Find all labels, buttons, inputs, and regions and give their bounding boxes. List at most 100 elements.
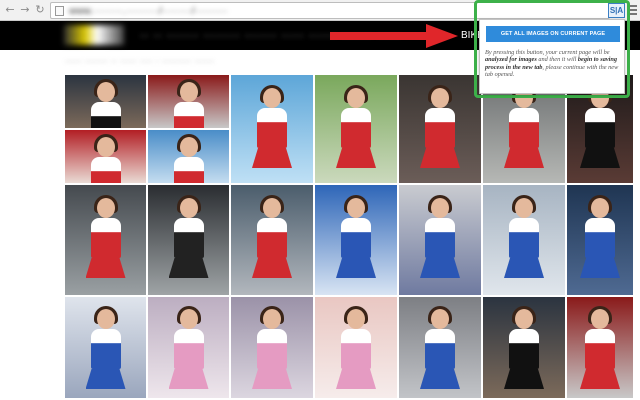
photo-grid-kimono-portrait[interactable]: [315, 297, 399, 400]
figure-skirt: [420, 369, 460, 389]
figure-body: [509, 329, 539, 369]
figure-hair: [176, 79, 201, 97]
figure-body: [341, 329, 371, 369]
figure-body: [90, 329, 121, 369]
figure-hair: [176, 134, 201, 152]
photo-grid-girls-group[interactable]: [483, 297, 567, 400]
photo-background: [148, 185, 229, 295]
photo-figure: [580, 306, 620, 389]
figure-head: [93, 79, 118, 102]
photo-background: [65, 297, 146, 398]
figure-hair: [176, 306, 201, 324]
figure-head: [344, 85, 368, 108]
photo-background: [65, 75, 146, 128]
figure-body: [585, 329, 615, 369]
photo-background: [231, 185, 313, 295]
figure-skirt: [252, 369, 292, 389]
photo-grid-girl-silhouette[interactable]: [148, 185, 231, 297]
photo-background: [231, 75, 313, 183]
figure-body: [173, 329, 204, 369]
reload-icon[interactable]: ↻: [34, 4, 46, 16]
photo-grid-grid-girl-number[interactable]: [315, 185, 399, 297]
popup-desc-bold-1: analyzed for images: [485, 56, 537, 64]
figure-head: [512, 306, 536, 329]
extension-popup: GET ALL IMAGES ON CURRENT PAGE By pressi…: [479, 19, 625, 94]
figure-skirt: [420, 148, 460, 168]
photo-grid-girl-pit-crew[interactable]: [65, 130, 148, 185]
figure-skirt: [504, 148, 544, 168]
photo-background: [567, 185, 633, 295]
photo-figure: [86, 134, 126, 183]
photo-background: [148, 297, 229, 398]
figure-head: [93, 195, 118, 218]
photo-grid-kimono-girls-2[interactable]: [231, 297, 315, 400]
figure-skirt: [85, 369, 126, 389]
site-logo[interactable]: [64, 25, 124, 45]
photo-grid-grandstand[interactable]: [231, 185, 315, 297]
photo-background: [483, 185, 565, 295]
photo-grid-girl-portrait-red-white[interactable]: [231, 75, 315, 185]
photo-figure: [336, 306, 376, 389]
figure-body: [425, 218, 455, 258]
figure-hair: [93, 306, 118, 324]
photo-background: [148, 75, 229, 128]
figure-skirt: [252, 258, 292, 278]
back-arrow-icon[interactable]: ←: [4, 4, 16, 16]
photo-background: [315, 297, 397, 398]
photo-figure: [420, 85, 460, 168]
photo-grid-girl-blue-sky-red[interactable]: [148, 130, 231, 185]
figure-head: [428, 85, 452, 108]
figure-head: [176, 134, 201, 157]
figure-body: [425, 108, 455, 148]
figure-head: [176, 195, 201, 218]
photo-figure: [85, 195, 126, 278]
photo-grid-girl-pitlane-night[interactable]: [399, 75, 483, 185]
figure-skirt: [580, 369, 620, 389]
forward-arrow-icon[interactable]: →: [19, 4, 31, 16]
figure-head: [428, 306, 452, 329]
photo-figure: [252, 195, 292, 278]
photo-grid-girl-blue-standing[interactable]: [483, 185, 567, 297]
photo-figure: [336, 85, 376, 168]
popup-description: By pressing this button, your current pa…: [485, 49, 623, 79]
figure-hair: [588, 195, 612, 213]
figure-skirt: [580, 148, 620, 168]
figure-body: [585, 218, 615, 258]
photo-figure: [168, 306, 209, 389]
figure-head: [93, 306, 118, 329]
figure-skirt: [420, 258, 460, 278]
figure-hair: [428, 195, 452, 213]
figure-hair: [344, 306, 368, 324]
figure-head: [176, 306, 201, 329]
page-icon: [55, 6, 64, 16]
get-all-images-button[interactable]: GET ALL IMAGES ON CURRENT PAGE: [486, 26, 620, 42]
photo-grid-girl-standing-red-white[interactable]: [315, 75, 399, 185]
arrow-head: [426, 24, 458, 48]
photo-background: [231, 297, 313, 398]
photo-grid-girls-group[interactable]: [65, 75, 148, 130]
figure-skirt: [85, 258, 126, 278]
photo-grid-girl-blue-portrait-3[interactable]: [65, 297, 148, 400]
photo-grid-girl-track-shadow[interactable]: [65, 185, 148, 297]
photo-grid-girl-with-flag[interactable]: [399, 297, 483, 400]
figure-hair: [260, 195, 284, 213]
figure-body: [173, 157, 204, 183]
photo-figure: [169, 134, 209, 183]
annotation-arrow: [330, 24, 458, 48]
figure-body: [90, 218, 121, 258]
photo-grid-kimono-girls[interactable]: [148, 297, 231, 400]
photo-grid-girl-blue-portrait-2[interactable]: [567, 185, 635, 297]
photo-figure: [504, 85, 544, 168]
figure-body: [425, 329, 455, 369]
photo-grid-girl-portrait-blue[interactable]: [399, 185, 483, 297]
figure-head: [176, 79, 201, 102]
photo-figure: [504, 306, 544, 389]
figure-skirt: [168, 369, 209, 389]
figure-head: [512, 195, 536, 218]
photo-grid-girl-red-dress-mirror[interactable]: [148, 75, 231, 130]
photo-grid-girl-red-dress-mirror[interactable]: [567, 297, 635, 400]
figure-hair: [93, 79, 118, 97]
figure-hair: [260, 306, 284, 324]
address-text[interactable]: www.·········.··········/·········/·····…: [69, 6, 228, 17]
figure-body: [509, 218, 539, 258]
